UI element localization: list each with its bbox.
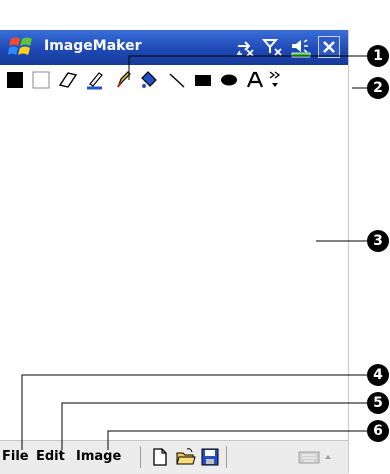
title-bar: ImageMaker <box>0 30 348 65</box>
connectivity-icon[interactable] <box>234 36 256 58</box>
callout-5: 5 <box>367 392 389 414</box>
keyboard-icon[interactable] <box>298 447 320 467</box>
menu-image[interactable]: Image <box>76 449 121 464</box>
drawing-canvas[interactable] <box>0 96 348 440</box>
callout-2: 2 <box>367 77 389 99</box>
menu-bar: File Edit Image <box>0 440 348 474</box>
callout-3: 3 <box>367 230 389 252</box>
app-title: ImageMaker <box>44 38 142 54</box>
signal-off-icon[interactable] <box>262 36 284 58</box>
callout-6: 6 <box>367 420 389 442</box>
pocketpc-screen: ImageMaker File Edit Image <box>0 30 349 474</box>
callout-1: 1 <box>367 45 389 67</box>
ellipse-tool-icon[interactable] <box>218 69 240 91</box>
pencil-icon[interactable] <box>112 69 134 91</box>
text-tool-icon[interactable] <box>244 69 266 91</box>
foreground-color-icon[interactable] <box>4 69 26 91</box>
drawing-toolbar <box>0 65 348 97</box>
volume-battery-icon[interactable] <box>290 36 312 58</box>
callout-4: 4 <box>367 364 389 386</box>
new-file-icon[interactable] <box>150 447 170 467</box>
open-folder-icon[interactable] <box>176 447 196 467</box>
line-tool-icon[interactable] <box>166 69 188 91</box>
eraser-icon[interactable] <box>56 69 78 91</box>
menu-separator <box>226 446 227 468</box>
menu-separator <box>140 446 141 468</box>
sip-arrow-icon[interactable] <box>322 447 334 467</box>
save-disk-icon[interactable] <box>200 447 220 467</box>
background-color-icon[interactable] <box>30 69 52 91</box>
toolbar-overflow-icon[interactable] <box>268 69 282 91</box>
rectangle-tool-icon[interactable] <box>192 69 214 91</box>
close-button[interactable] <box>318 36 340 58</box>
menu-edit[interactable]: Edit <box>36 449 65 464</box>
close-icon <box>323 41 335 53</box>
fill-bucket-icon[interactable] <box>138 69 160 91</box>
menu-file[interactable]: File <box>2 449 29 464</box>
start-menu-flag-icon[interactable] <box>8 35 36 59</box>
pen-tool-icon[interactable] <box>84 69 106 91</box>
